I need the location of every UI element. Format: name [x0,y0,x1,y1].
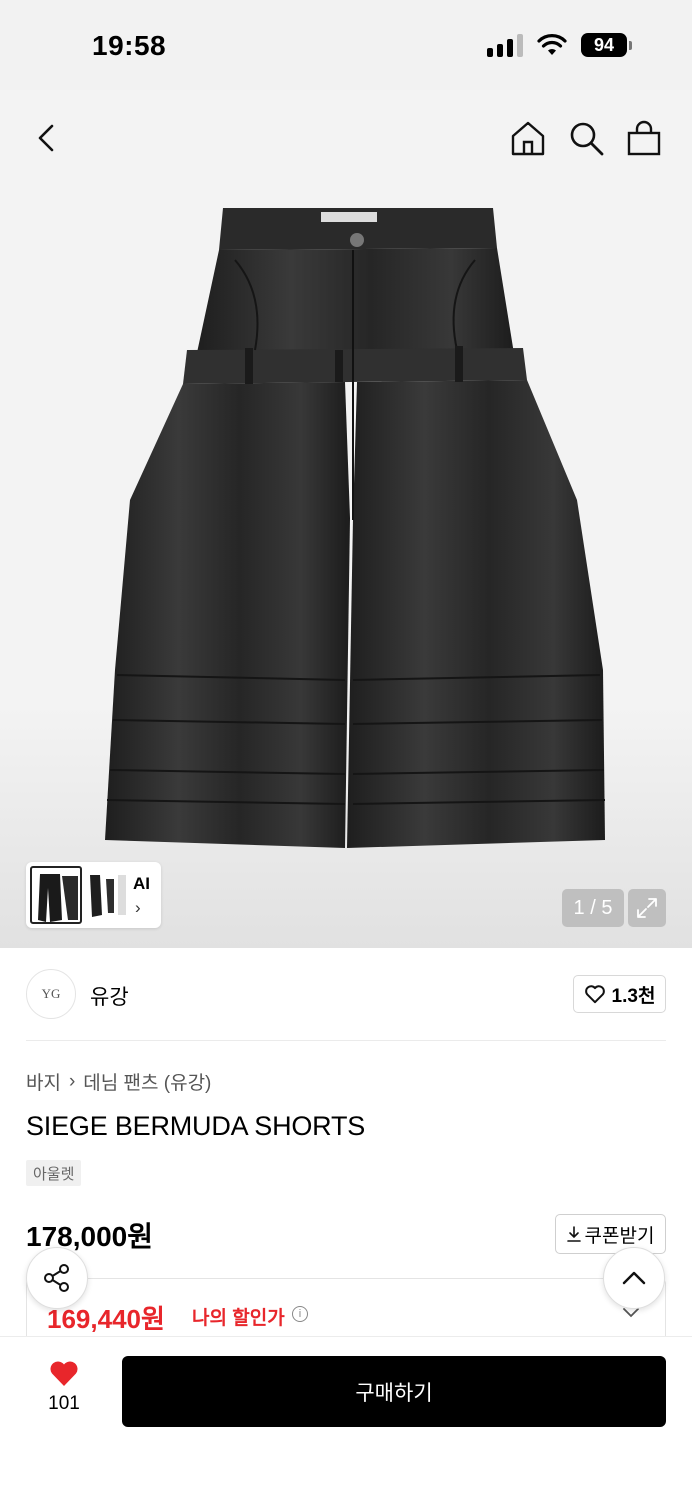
product-like-count: 101 [48,1393,80,1414]
search-icon[interactable] [566,118,606,158]
product-like-button[interactable]: 101 [34,1359,94,1429]
status-icons: 94 [487,33,632,57]
ai-label: AI [133,874,150,893]
chevron-up-icon [622,1271,646,1285]
breadcrumb: 바지 › 데님 팬츠 (유강) [26,1068,211,1095]
share-icon [44,1264,69,1292]
image-page-indicator: 1 / 5 [562,889,624,927]
brand-like-button[interactable]: 1.3천 [573,975,666,1013]
thumbnail-image-side[interactable] [86,869,128,921]
breadcrumb-category[interactable]: 바지 [26,1068,61,1095]
expand-icon [637,898,657,918]
buy-button[interactable]: 구매하기 [122,1356,666,1427]
heart-outline-icon [584,985,605,1004]
wifi-icon [537,34,567,55]
info-icon[interactable]: i [292,1306,308,1322]
battery-icon: 94 [581,33,632,57]
brand-row: YG 유강 1.3천 [26,965,666,1023]
cellular-signal-icon [487,33,523,57]
ai-thumbnail-card[interactable]: AI › [26,862,161,928]
shopping-bag-icon[interactable] [624,118,664,158]
status-time: 19:58 [92,30,167,61]
battery-level: 94 [581,33,627,57]
product-title: SIEGE BERMUDA SHORTS [26,1111,366,1141]
product-gallery[interactable]: AI › 1 / 5 [0,90,692,948]
brand-like-count: 1.3천 [611,985,656,1007]
back-button[interactable] [30,118,66,158]
coupon-label: 쿠폰받기 [584,1225,655,1247]
download-icon [566,1226,581,1242]
brand-logo[interactable]: YG [26,969,76,1019]
status-bar: 19:58 94 [0,0,692,90]
brand-name[interactable]: 유강 [90,981,129,1011]
home-icon[interactable] [508,118,548,158]
outlet-badge: 아울렛 [26,1160,82,1186]
divider [26,1040,666,1041]
share-button[interactable] [26,1247,88,1309]
breadcrumb-separator-icon: › [68,1070,76,1092]
heart-icon [50,1361,78,1386]
top-nav [0,112,692,164]
breadcrumb-subcategory[interactable]: 데님 팬츠 (유강) [83,1068,211,1095]
coupon-button[interactable]: 쿠폰받기 [555,1214,666,1254]
expand-button[interactable] [628,889,666,927]
scroll-top-button[interactable] [603,1247,665,1309]
thumbnail-image[interactable] [30,866,82,924]
product-image[interactable] [95,200,615,850]
bottom-action-bar: 101 구매하기 [0,1336,692,1500]
discount-label: 나의 할인가 [192,1308,285,1329]
chevron-right-icon: › [135,898,141,917]
